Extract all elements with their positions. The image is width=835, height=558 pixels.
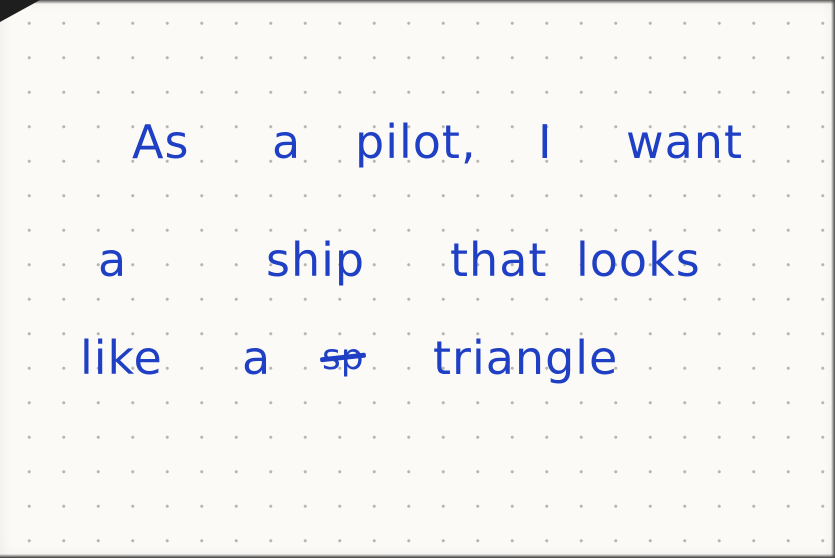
word-pilot: pilot, <box>355 115 477 169</box>
card-bottom-edge-shadow <box>0 554 835 558</box>
word-that: that <box>450 233 548 287</box>
word-i: I <box>538 115 553 169</box>
word-as: As <box>132 115 190 169</box>
note-line-3: like a sp triangle <box>0 318 835 398</box>
struck-out-word: sp <box>322 318 364 398</box>
word-a: a <box>98 233 128 287</box>
word-a: a <box>272 115 302 169</box>
word-looks: looks <box>576 233 701 287</box>
word-like: like <box>80 331 163 385</box>
note-line-2: a ship that looks <box>0 220 835 300</box>
word-triangle: triangle <box>433 331 619 385</box>
note-line-1: As a pilot, I want <box>0 102 835 182</box>
index-card: As a pilot, I want a ship that looks lik… <box>0 0 835 558</box>
word-ship: ship <box>266 233 366 287</box>
word-want: want <box>626 115 744 169</box>
word-a: a <box>242 331 272 385</box>
card-corner-shadow <box>0 0 40 22</box>
card-top-edge-shadow <box>0 0 835 4</box>
